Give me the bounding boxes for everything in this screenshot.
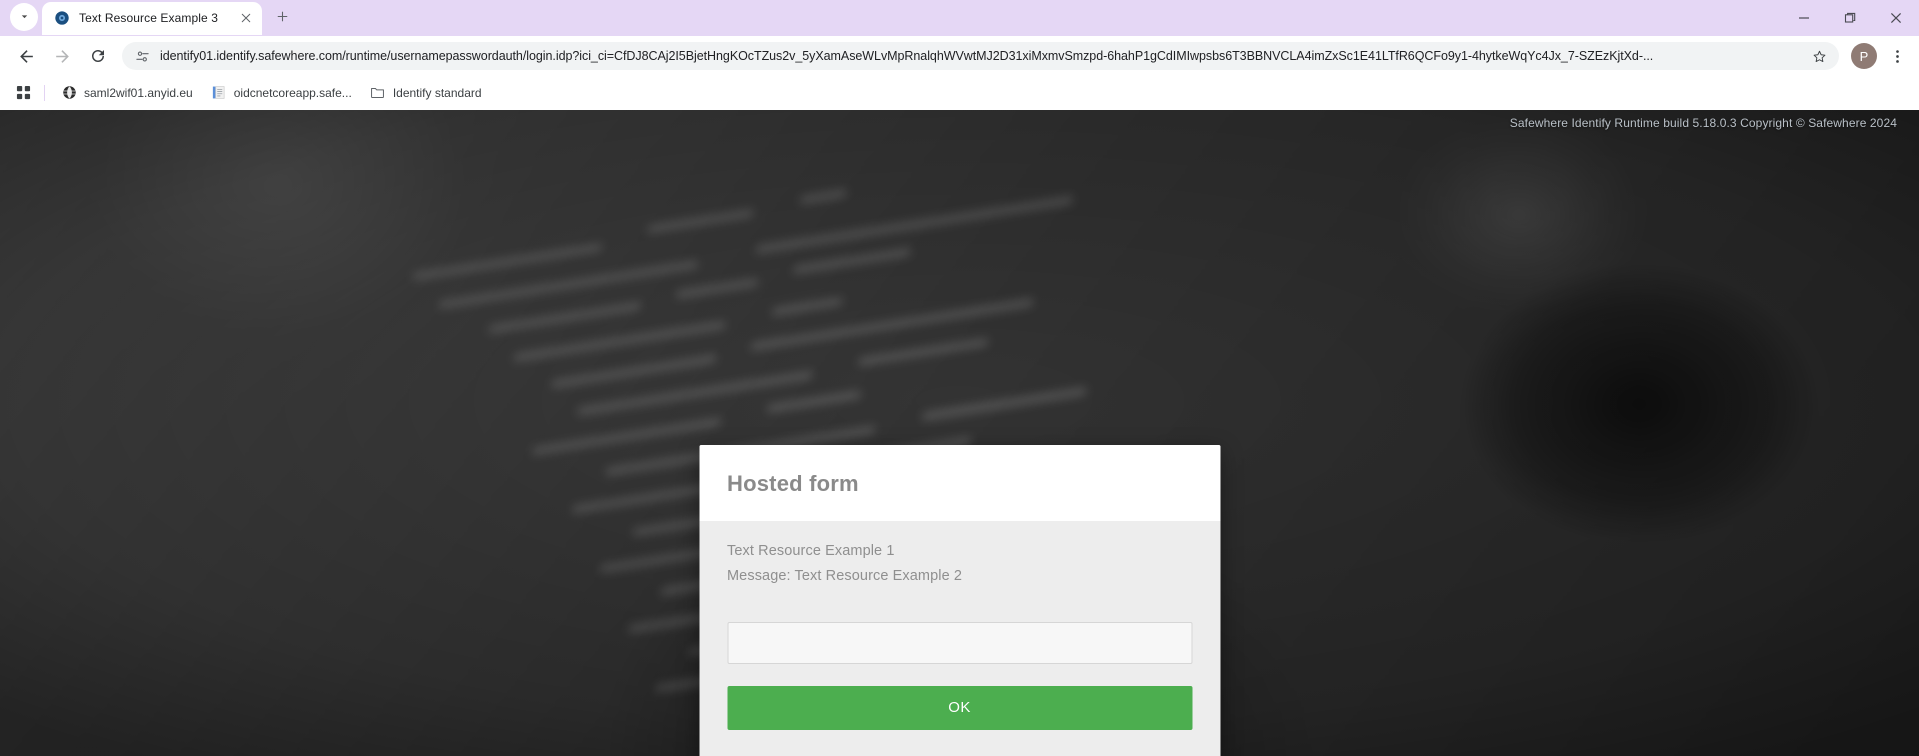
grid-icon [16,85,30,100]
bookmark-folder-identify-standard[interactable]: Identify standard [362,81,490,105]
dialog-title: Hosted form [727,471,859,496]
chrome-menu-button[interactable] [1883,42,1911,70]
apps-shortcut-button[interactable] [10,80,36,106]
bookmark-label: oidcnetcoreapp.safe... [233,85,352,100]
chevron-down-icon [21,15,27,19]
browser-toolbar: identify01.identify.safewhere.com/runtim… [0,36,1919,76]
page-icon [211,85,227,101]
runtime-build-banner: Safewhere Identify Runtime build 5.18.0.… [1509,116,1897,130]
safewhere-favicon [54,10,70,26]
arrow-left-icon [19,49,33,63]
titlebar: Text Resource Example 3 [0,0,1919,36]
maximize-icon [1844,12,1856,23]
url-text: identify01.identify.safewhere.com/runtim… [160,49,1654,63]
arrow-right-icon [55,49,69,63]
hosted-form-input[interactable] [727,621,1192,664]
tab-search-button[interactable] [10,2,38,31]
globe-icon [61,85,77,101]
back-button[interactable] [11,41,41,71]
minimize-button[interactable] [1781,0,1827,36]
ok-button[interactable]: OK [727,685,1192,730]
tab-title: Text Resource Example 3 [79,11,219,25]
tabstrip: Text Resource Example 3 [0,0,296,36]
reload-icon [92,50,104,62]
input-field-wrapper [727,621,1192,664]
bookmarks-bar: saml2wif01.anyid.eu oidcnetcoreapp.safe.… [0,76,1919,110]
window-controls [1781,0,1919,36]
minimize-icon [1799,17,1809,19]
close-button[interactable] [1873,0,1919,36]
tab-close-icon[interactable] [236,8,256,28]
page-viewport: Safewhere Identify Runtime build 5.18.0.… [0,110,1919,756]
profile-avatar[interactable]: P [1851,43,1877,69]
forward-button[interactable] [47,41,77,71]
bookmark-item-saml2wif01[interactable]: saml2wif01.anyid.eu [53,81,201,105]
site-settings-icon[interactable] [134,48,150,64]
plus-icon [277,11,287,22]
bookmark-label: saml2wif01.anyid.eu [84,85,193,100]
close-icon [1890,12,1902,24]
dialog-body: Text Resource Example 1 Message: Text Re… [699,521,1220,756]
text-resource-line-2: Message: Text Resource Example 2 [727,568,963,585]
new-tab-button[interactable] [268,3,296,31]
bookmarks-separator [44,84,45,101]
folder-icon [370,85,386,101]
bookmark-star-icon[interactable] [1807,44,1831,68]
browser-tab[interactable]: Text Resource Example 3 [42,1,262,35]
three-dot-menu-icon [1895,49,1899,63]
bookmark-item-oidcnetcoreapp[interactable]: oidcnetcoreapp.safe... [203,81,360,105]
reload-button[interactable] [83,41,113,71]
address-bar[interactable]: identify01.identify.safewhere.com/runtim… [122,42,1839,70]
hosted-form-dialog: Hosted form Text Resource Example 1 Mess… [699,445,1220,756]
text-resource-line-1: Text Resource Example 1 [727,543,895,559]
bookmark-label: Identify standard [392,85,482,100]
maximize-button[interactable] [1827,0,1873,36]
browser-window: Text Resource Example 3 identify01.ident… [0,0,1919,756]
dialog-header: Hosted form [699,445,1220,521]
